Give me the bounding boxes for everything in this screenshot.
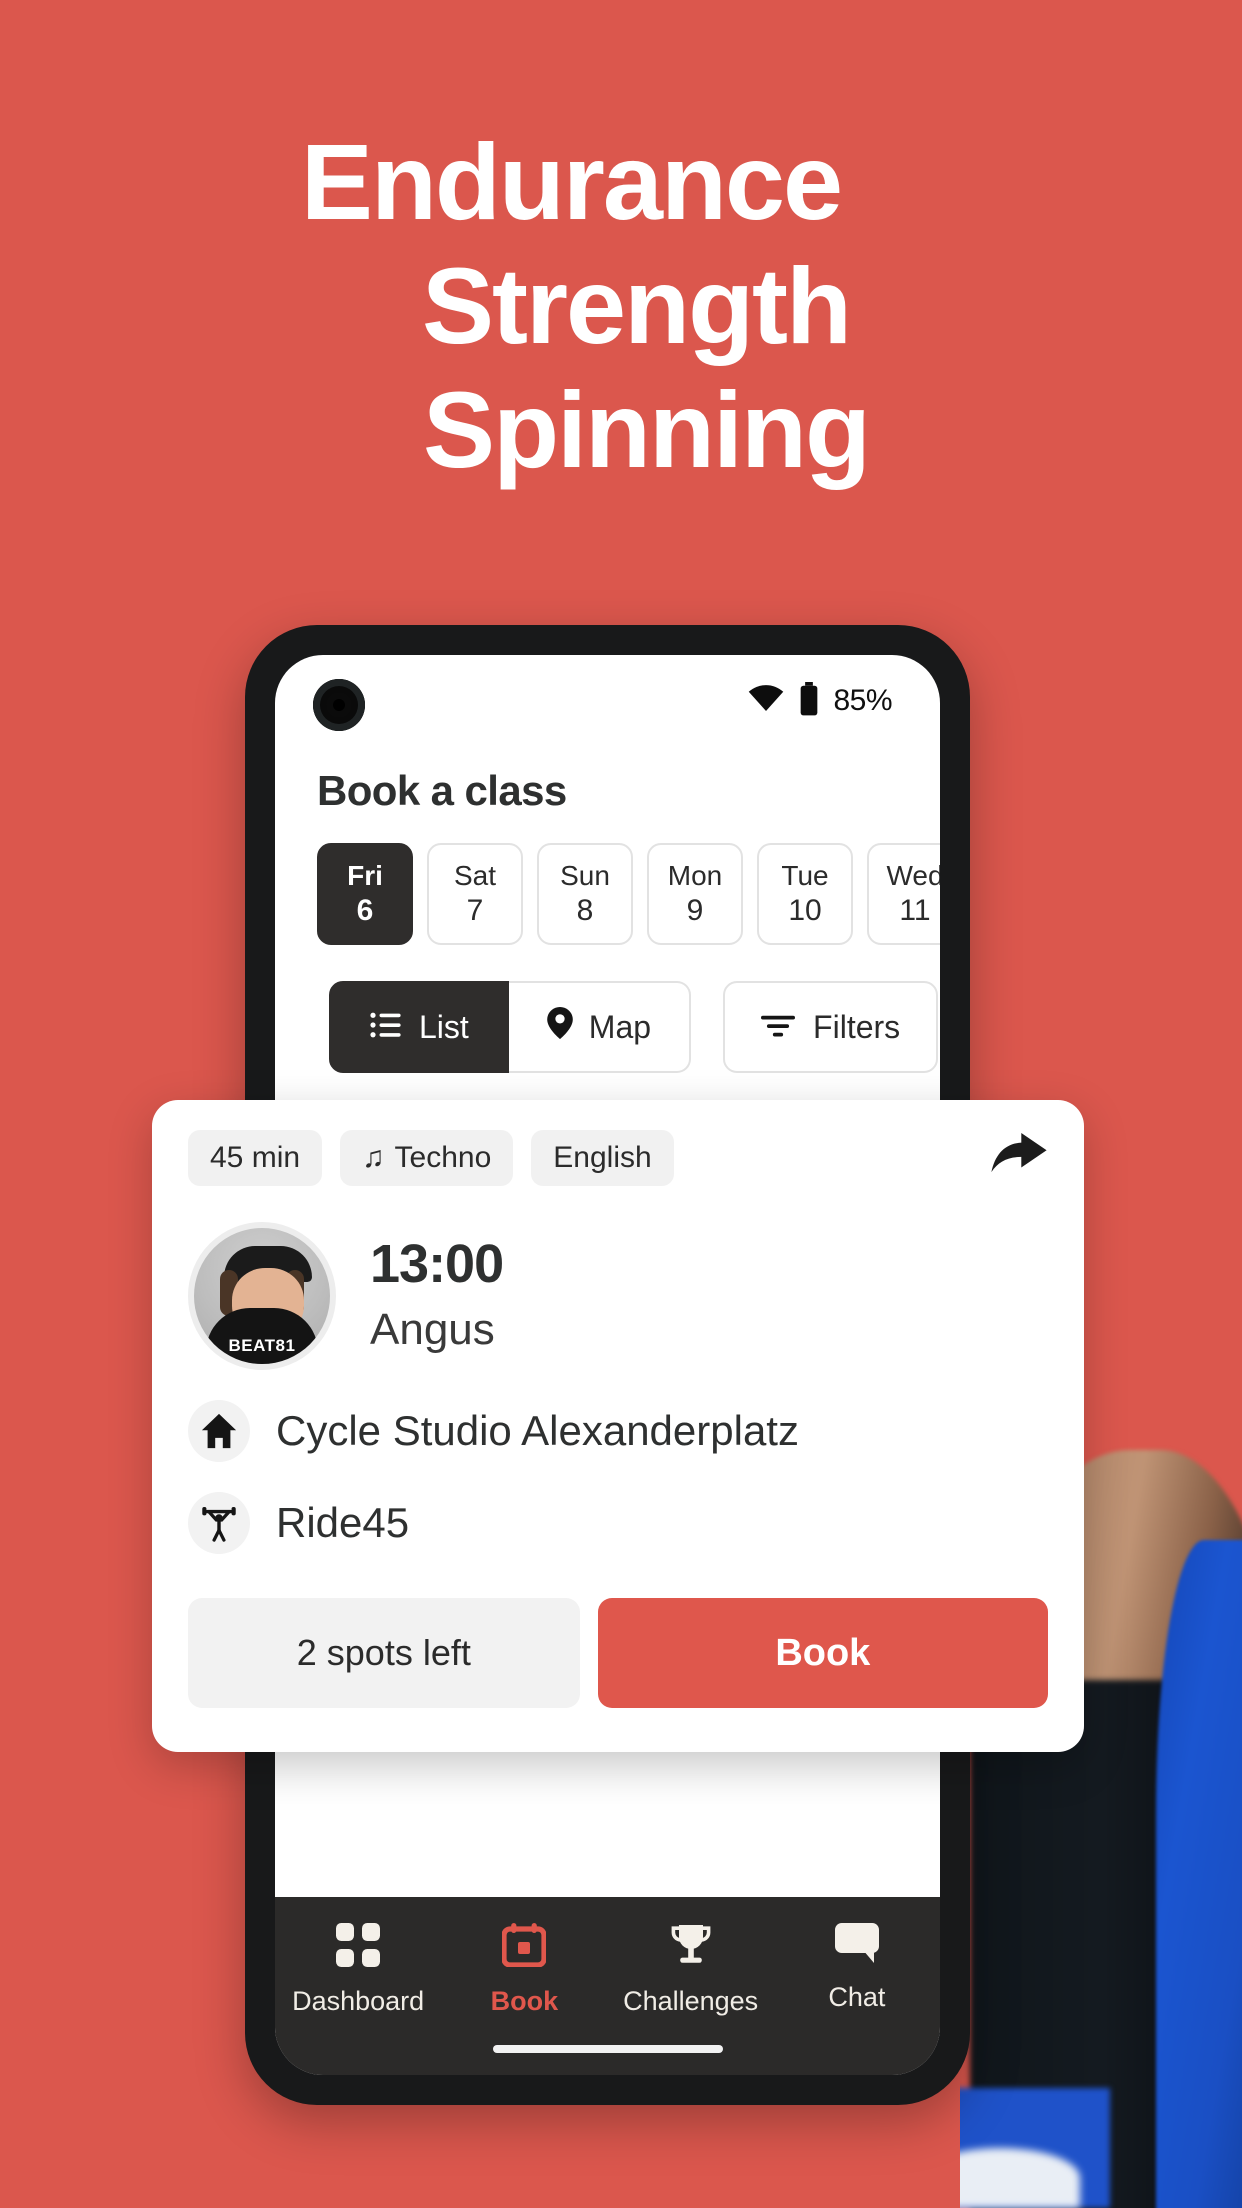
- class-tags: 45 min ♫ Techno English: [188, 1130, 1048, 1186]
- tab-list-label: List: [419, 1008, 469, 1045]
- class-time: 13:00: [370, 1234, 504, 1294]
- class-coach-row: BEAT81 13:00 Angus: [188, 1222, 1048, 1370]
- promo-headline: Endurance Strength Spinning: [0, 120, 1242, 493]
- filter-icon: [761, 1009, 796, 1046]
- list-icon: [369, 1009, 403, 1046]
- date-chip-day: 10: [788, 894, 822, 927]
- date-chip-sat[interactable]: Sat 7: [427, 843, 523, 945]
- tag-duration: 45 min: [188, 1130, 323, 1186]
- view-toggle[interactable]: List Map: [329, 981, 692, 1073]
- class-coach-name: Angus: [370, 1305, 495, 1354]
- avatar-brand-label: BEAT81: [228, 1336, 296, 1355]
- tag-music: ♫ Techno: [340, 1130, 514, 1186]
- nav-item-label: Book: [490, 1986, 559, 2016]
- nav-item-chat[interactable]: Chat: [774, 1923, 940, 2013]
- battery-icon: [798, 681, 820, 721]
- trophy-icon: [669, 1923, 713, 1972]
- date-chip-dow: Tue: [781, 860, 829, 891]
- date-chip-fri[interactable]: Fri 6: [317, 843, 413, 945]
- wifi-icon: [747, 684, 785, 719]
- tag-music-label: Techno: [394, 1141, 492, 1174]
- date-chip-day: 11: [899, 894, 931, 927]
- date-chip-mon[interactable]: Mon 9: [647, 843, 743, 945]
- headline-line-3: Spinning: [423, 369, 871, 491]
- status-bar-right: 85%: [747, 679, 892, 723]
- spots-left-badge: 2 spots left: [188, 1598, 580, 1708]
- nav-item-label: Challenges: [623, 1986, 759, 2016]
- date-chip-day: 8: [576, 894, 594, 927]
- date-chip-day: 6: [356, 894, 374, 927]
- date-chip-dow: Fri: [347, 860, 383, 891]
- nav-item-book[interactable]: Book: [441, 1923, 607, 2017]
- view-controls: List Map Filters: [329, 981, 940, 1073]
- date-chip-dow: Sat: [453, 860, 497, 891]
- home-indicator: [492, 2045, 723, 2053]
- tag-language: English: [531, 1130, 674, 1186]
- headline-line-1: Endurance: [300, 121, 843, 242]
- class-type: Ride45: [276, 1499, 410, 1546]
- nav-item-dashboard[interactable]: Dashboard: [275, 1923, 441, 2017]
- class-location-row: Cycle Studio Alexanderplatz: [188, 1400, 1048, 1462]
- music-note-icon: ♫: [362, 1141, 385, 1174]
- date-selector[interactable]: Fri 6 Sat 7 Sun 8 Mon 9 Tue 10 Wed 11: [317, 843, 940, 945]
- weightlifter-icon: [188, 1492, 250, 1554]
- date-chip-day: 7: [466, 894, 484, 927]
- date-chip-sun[interactable]: Sun 8: [537, 843, 633, 945]
- bottom-navigation[interactable]: Dashboard Book Challenges Chat: [275, 1897, 940, 2075]
- tab-map-label: Map: [588, 1008, 652, 1045]
- calendar-icon: [501, 1923, 547, 1972]
- avatar: BEAT81: [188, 1222, 336, 1370]
- date-chip-dow: Wed: [886, 860, 940, 891]
- class-time-block: 13:00 Angus: [370, 1234, 504, 1355]
- date-chip-tue[interactable]: Tue 10: [757, 843, 853, 945]
- nav-item-label: Dashboard: [292, 1986, 425, 2016]
- date-chip-dow: Sun: [560, 860, 610, 891]
- book-button[interactable]: Book: [597, 1598, 1048, 1708]
- tab-map[interactable]: Map: [508, 981, 692, 1073]
- tab-list[interactable]: List: [329, 981, 509, 1073]
- front-camera-icon: [313, 679, 365, 731]
- headline-line-2: Strength: [422, 245, 852, 367]
- status-bar: 85%: [275, 655, 940, 747]
- nav-item-challenges[interactable]: Challenges: [608, 1923, 774, 2017]
- home-icon: [188, 1400, 250, 1462]
- filters-label: Filters: [813, 1008, 901, 1045]
- filters-button[interactable]: Filters: [723, 981, 939, 1073]
- photo-blue-shirt: [1156, 1540, 1242, 2208]
- date-chip-dow: Mon: [667, 860, 723, 891]
- page-title: Book a class: [317, 767, 567, 814]
- chat-bubble-icon: [834, 1923, 879, 1968]
- date-chip-day: 9: [686, 894, 704, 927]
- class-actions: 2 spots left Book: [188, 1598, 1048, 1708]
- nav-item-label: Chat: [828, 1982, 886, 2012]
- class-type-row: Ride45: [188, 1492, 1048, 1554]
- grid-icon: [336, 1923, 381, 1972]
- share-arrow-icon[interactable]: [990, 1132, 1048, 1184]
- map-pin-icon: [546, 1007, 573, 1047]
- class-card-featured[interactable]: 45 min ♫ Techno English BEAT81 13:00 Ang…: [152, 1100, 1084, 1752]
- class-location: Cycle Studio Alexanderplatz: [276, 1407, 799, 1454]
- date-chip-wed[interactable]: Wed 11: [867, 843, 940, 945]
- battery-percentage: 85%: [833, 684, 892, 717]
